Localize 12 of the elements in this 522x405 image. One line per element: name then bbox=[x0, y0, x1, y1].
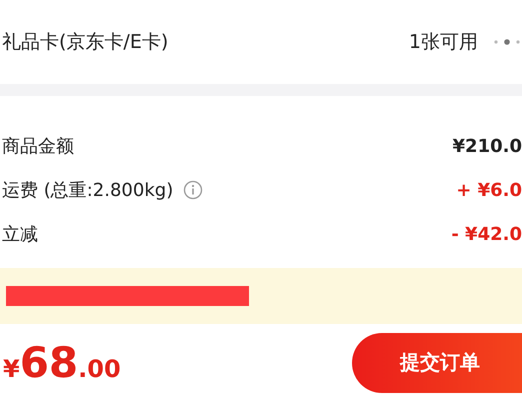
summary-label: 立减 bbox=[2, 223, 38, 246]
summary-label: 商品金额 bbox=[2, 135, 74, 158]
card-count[interactable]: 1张可用 bbox=[408, 29, 478, 55]
info-icon[interactable] bbox=[183, 180, 204, 200]
gift-card-label: 礼品卡(京东卡/E卡) bbox=[2, 30, 170, 55]
more-icon[interactable] bbox=[492, 38, 522, 46]
summary-amount: + ¥6.0 bbox=[456, 180, 522, 200]
summary-amount: ¥210.0 bbox=[452, 136, 522, 156]
summary-amount: - ¥42.0 bbox=[451, 224, 522, 244]
submit-order-button[interactable]: 提交订单 bbox=[352, 332, 522, 392]
total-price: ¥68.00 bbox=[3, 338, 122, 387]
summary-label: 运费 (总重:2.800kg) bbox=[2, 179, 174, 202]
